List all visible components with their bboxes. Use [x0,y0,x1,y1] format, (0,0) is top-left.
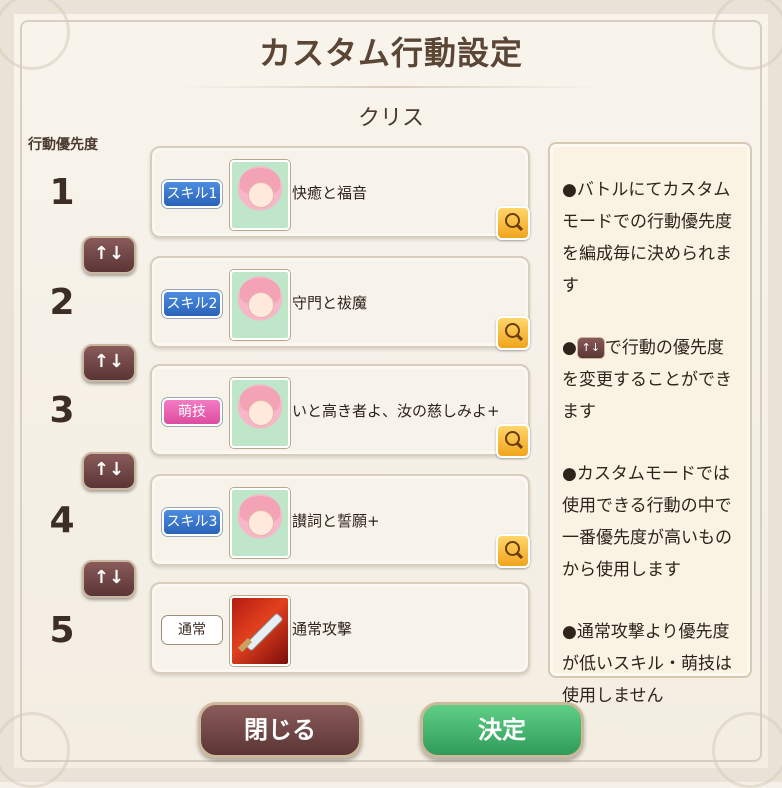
zoom-button[interactable] [496,534,530,568]
action-type-badge: スキル1 [162,180,222,208]
zoom-button[interactable] [496,424,530,458]
info-panel: ●バトルにてカスタムモードでの行動優先度を編成毎に決められます ● ↑↓ で行動の優… [548,142,752,706]
zoom-button[interactable] [496,206,530,240]
character-portrait [230,378,290,448]
swap-priority-button[interactable]: ↑↓ [82,236,136,274]
info-text: ●カスタムモードでは使用できる行動の中で一番優先度が高いものから使用します [562,464,732,580]
dialog-title: カスタム行動設定 [258,34,523,72]
action-row[interactable]: 萌技 いと高き者よ、汝の慈しみよ+ [150,364,530,458]
action-name: いと高き者よ、汝の慈しみよ+ [292,402,500,420]
action-type-badge: スキル3 [162,508,222,536]
character-portrait [230,270,290,340]
action-row[interactable]: スキル2 守門と祓魔 [150,256,530,350]
character-portrait [230,160,290,230]
priority-number: 4 [49,500,75,541]
info-text: ●通常攻撃より優先度が低いスキル・萌技は使用しません [562,622,732,706]
bullet: ● [562,338,577,358]
priority-number: 2 [49,282,75,323]
action-name: 通常攻撃 [292,620,353,638]
action-type-badge: 通常 [162,616,222,644]
action-name: 讃詞と誓願+ [292,512,380,530]
action-type-badge: 萌技 [162,398,222,426]
swap-priority-button[interactable]: ↑↓ [82,452,136,490]
action-name: 守門と祓魔 [292,294,368,312]
action-type-badge: スキル2 [162,290,222,318]
title-divider [180,86,602,88]
corner-ornament [0,712,70,788]
corner-ornament [712,712,782,788]
info-text: ● ↑↓ で行動の優先度を変更することができます [562,332,740,428]
close-button[interactable]: 閉じる [198,702,362,758]
character-name: クリス [357,106,424,131]
info-text: ●バトルにてカスタムモードでの行動優先度を編成毎に決められます [562,180,732,296]
swap-arrows-icon: ↑↓ [576,337,605,359]
priority-label: 行動優先度 [28,137,98,153]
swap-priority-button[interactable]: ↑↓ [82,344,136,382]
confirm-button[interactable]: 決定 [420,702,584,758]
character-portrait [230,488,290,558]
action-row[interactable]: スキル1 快癒と福音 [150,146,530,240]
action-row[interactable]: スキル3 讃詞と誓願+ [150,474,530,568]
swap-priority-button[interactable]: ↑↓ [82,560,136,598]
priority-number: 1 [49,172,75,213]
priority-number: 5 [49,610,75,651]
action-name: 快癒と福音 [292,184,368,202]
zoom-button[interactable] [496,316,530,350]
priority-number: 3 [49,390,75,431]
action-row[interactable]: 通常 通常攻撃 [150,582,530,674]
sword-slash-icon [230,596,290,666]
